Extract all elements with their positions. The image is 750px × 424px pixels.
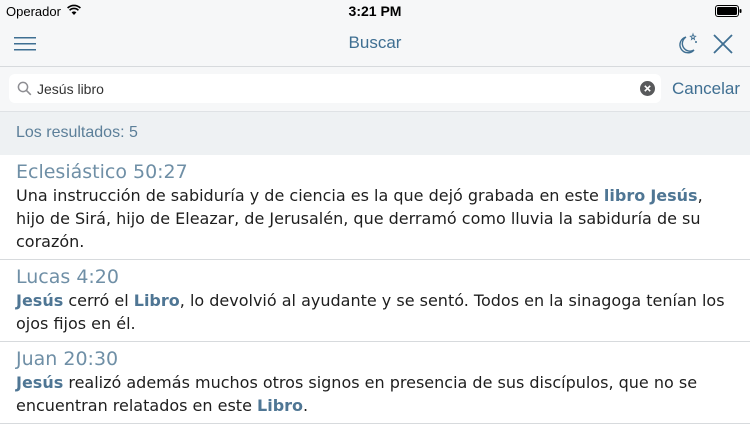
result-item[interactable]: Eclesiástico 50:27 Una instrucción de sa… <box>0 155 750 260</box>
close-icon[interactable] <box>712 33 734 55</box>
result-reference: Juan 20:30 <box>16 348 119 370</box>
night-mode-icon[interactable] <box>675 31 699 57</box>
clear-icon[interactable] <box>640 81 655 96</box>
page-title: Buscar <box>348 33 402 52</box>
results-header: Los resultados: 5 <box>0 111 750 155</box>
result-reference: Lucas 4:20 <box>16 266 119 288</box>
result-text-segment: Una instrucción de sabiduría y de cienci… <box>16 186 604 205</box>
result-text: Jesús realizó además muchos otros signos… <box>16 371 734 417</box>
cancel-button[interactable]: Cancelar <box>672 79 740 99</box>
highlighted-term: libro <box>603 186 646 205</box>
result-item[interactable]: Lucas 4:20 Jesús cerró el Libro, lo devo… <box>0 260 750 342</box>
results-count: Los resultados: 5 <box>16 124 138 141</box>
status-bar: Operador 3:21 PM <box>0 0 750 22</box>
highlighted-term: Libro <box>133 291 180 310</box>
status-time: 3:21 PM <box>348 3 402 19</box>
navigation-bar: Buscar <box>0 22 750 67</box>
battery-icon <box>715 5 742 17</box>
result-text-segment: cerró el <box>63 291 134 310</box>
results-list: Eclesiástico 50:27 Una instrucción de sa… <box>0 155 750 424</box>
result-text-segment: . <box>303 396 309 415</box>
highlighted-term: Jesús <box>16 291 64 310</box>
result-text-segment: realizó además muchos otros signos en pr… <box>16 373 698 415</box>
search-icon <box>17 81 32 96</box>
search-bar: Cancelar <box>0 67 750 111</box>
search-field-container[interactable] <box>9 74 661 103</box>
highlighted-term: Jesús <box>650 186 698 205</box>
highlighted-term: Libro <box>257 396 304 415</box>
result-text: Una instrucción de sabiduría y de cienci… <box>16 184 734 253</box>
result-text: Jesús cerró el Libro, lo devolvió al ayu… <box>16 289 734 335</box>
result-item[interactable]: Juan 20:30 Jesús realizó además muchos o… <box>0 342 750 424</box>
highlighted-term: Jesús <box>16 373 64 392</box>
result-reference: Eclesiástico 50:27 <box>16 161 188 183</box>
search-input[interactable] <box>37 78 627 99</box>
